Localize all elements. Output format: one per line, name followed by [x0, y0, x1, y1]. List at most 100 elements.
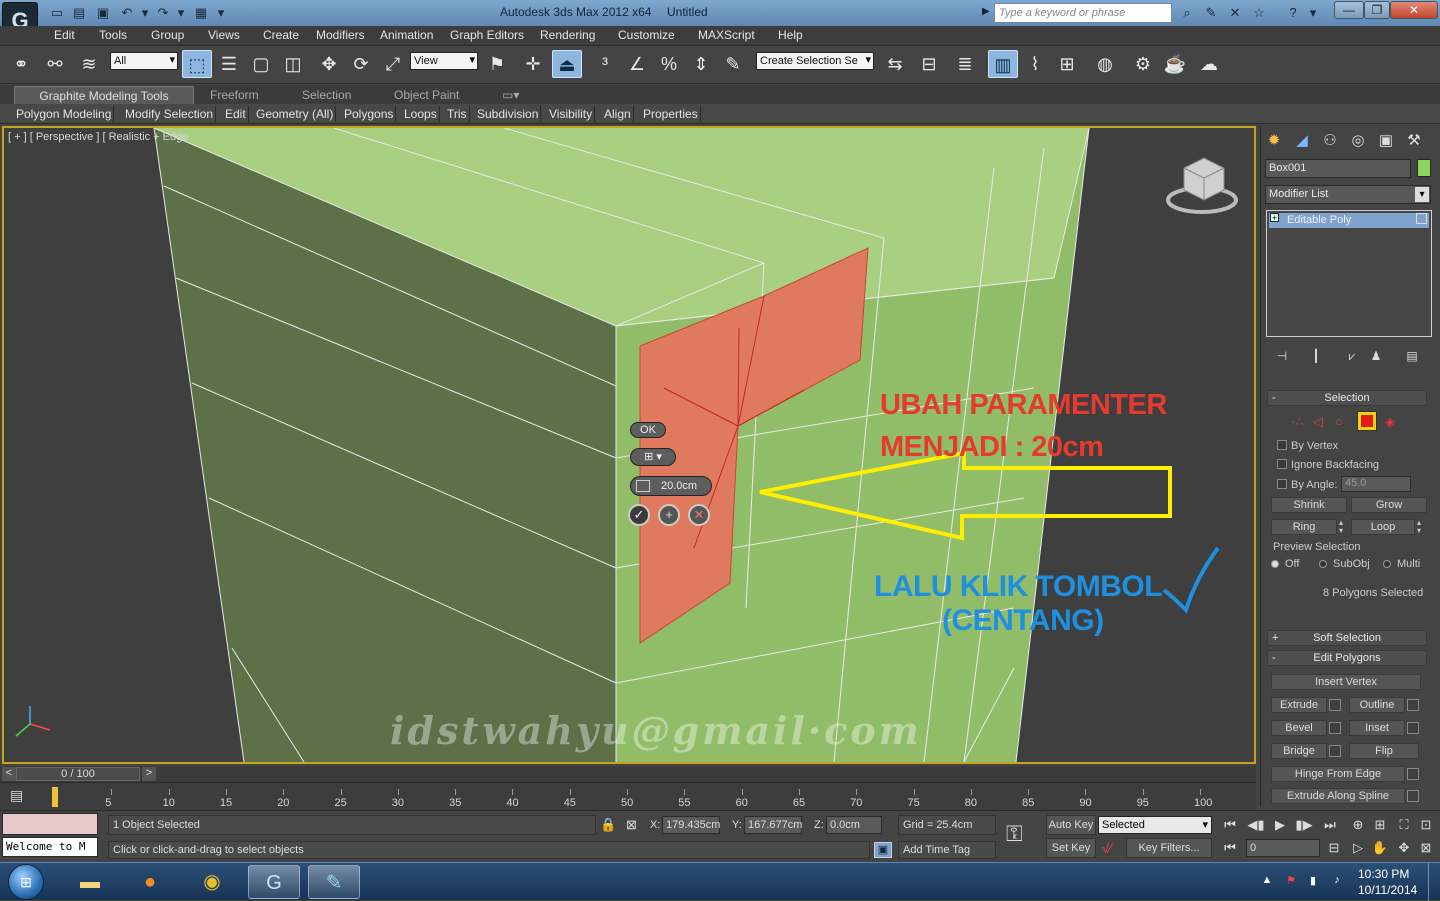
vertex-subobject-icon[interactable]: ·∴	[1291, 414, 1304, 430]
bind-to-space-warp-icon[interactable]: ≋	[74, 50, 104, 78]
isolate-selection-icon[interactable]: ▣	[874, 842, 892, 858]
make-unique-icon[interactable]: ⩗	[1343, 348, 1361, 364]
modifier-list-dropdown[interactable]: Modifier List ▾	[1265, 185, 1431, 204]
layer-manager-icon[interactable]: ≣	[950, 50, 980, 78]
bevel-settings-icon[interactable]	[1329, 722, 1341, 734]
outline-button[interactable]: Outline	[1349, 697, 1405, 713]
selection-lock-icon[interactable]: 🔒	[600, 817, 616, 833]
menu-customize[interactable]: Customize	[618, 27, 675, 44]
key-mode-dropdown[interactable]: Selected ▾	[1098, 816, 1212, 834]
x-coordinate-field[interactable]: 179.435cm	[662, 816, 720, 834]
menu-create[interactable]: Create	[263, 27, 299, 44]
remove-modifier-icon[interactable]: ♟	[1367, 348, 1385, 364]
hinge-from-edge-button[interactable]: Hinge From Edge	[1271, 766, 1405, 782]
object-color-swatch[interactable]	[1417, 159, 1431, 177]
panel-properties[interactable]: Properties	[641, 106, 701, 122]
maximize-viewport-icon[interactable]: ⊠	[1414, 838, 1438, 858]
zoom-extents-icon[interactable]: ⛶	[1392, 815, 1416, 835]
bevel-button[interactable]: Bevel	[1271, 720, 1327, 736]
display-tab-icon[interactable]: ▣	[1375, 130, 1397, 152]
use-pivot-point-icon[interactable]: ⚑	[482, 50, 512, 78]
search-expand-icon[interactable]: ▶	[982, 6, 990, 17]
field-of-view-icon[interactable]: ▷	[1346, 838, 1370, 858]
ring-button[interactable]: Ring	[1271, 519, 1337, 535]
viewport-label[interactable]: [ + ] [ Perspective ] [ Realistic + Edge	[8, 131, 188, 143]
caddy-ok-check-button[interactable]: ✓	[628, 504, 650, 526]
flip-button[interactable]: Flip	[1349, 743, 1419, 759]
time-slider-thumb[interactable]: 0 / 100	[16, 767, 140, 781]
align-icon[interactable]: ⊟	[914, 50, 944, 78]
spinner-snap-icon[interactable]: ⇕	[686, 50, 716, 78]
start-button[interactable]: ⊞	[8, 864, 44, 900]
render-production-icon[interactable]: ☁	[1194, 50, 1224, 78]
zoom-icon[interactable]: ⊕	[1346, 815, 1370, 835]
caddy-inset-type-dropdown[interactable]: ⊞ ▾	[630, 448, 676, 466]
snaps-toggle-icon[interactable]: ³	[590, 50, 620, 78]
panel-polygons[interactable]: Polygons	[342, 106, 397, 122]
reference-coordinate-dropdown[interactable]: View	[410, 52, 478, 70]
show-desktop-button[interactable]	[1428, 863, 1440, 901]
shrink-button[interactable]: Shrink	[1271, 497, 1347, 513]
element-subobject-icon[interactable]: ◈	[1385, 414, 1395, 430]
pan-view-icon[interactable]: ✋	[1368, 838, 1392, 858]
edit-polygons-rollout-header[interactable]: - Edit Polygons	[1267, 650, 1427, 666]
panel-loops[interactable]: Loops	[402, 106, 440, 122]
show-end-result-icon[interactable]: ┃	[1307, 348, 1325, 364]
panel-modify-selection[interactable]: Modify Selection	[123, 106, 217, 122]
menu-help[interactable]: Help	[778, 27, 803, 44]
border-subobject-icon[interactable]: ○	[1335, 414, 1343, 429]
select-by-name-icon[interactable]: ☰	[214, 50, 244, 78]
render-setup-icon[interactable]: ⚙	[1128, 50, 1158, 78]
inset-button[interactable]: Inset	[1349, 720, 1405, 736]
time-slider[interactable]: < 0 / 100 >	[0, 766, 1256, 782]
outline-settings-icon[interactable]	[1407, 699, 1419, 711]
perspective-viewport[interactable]: [ + ] [ Perspective ] [ Realistic + Edge…	[2, 126, 1256, 764]
maxscript-welcome-output[interactable]: Welcome to M	[2, 837, 98, 857]
extrude-spline-settings-icon[interactable]	[1407, 790, 1419, 802]
redo-icon[interactable]: ↷	[154, 4, 172, 22]
minimize-button[interactable]: —	[1334, 1, 1364, 19]
loop-spinner[interactable]: ▴ ▾	[1417, 519, 1427, 535]
insert-vertex-button[interactable]: Insert Vertex	[1271, 674, 1421, 690]
panel-align[interactable]: Align	[602, 106, 634, 122]
time-slider-prev-icon[interactable]: <	[2, 767, 16, 781]
extrude-settings-icon[interactable]	[1329, 699, 1341, 711]
extrude-along-spline-button[interactable]: Extrude Along Spline	[1271, 788, 1405, 804]
hinge-settings-icon[interactable]	[1407, 768, 1419, 780]
ignore-backfacing-checkbox[interactable]	[1277, 459, 1287, 469]
rectangular-selection-icon[interactable]: ▢	[246, 50, 276, 78]
search-input[interactable]: Type a keyword or phrase	[994, 3, 1172, 23]
inset-settings-icon[interactable]	[1407, 722, 1419, 734]
motion-tab-icon[interactable]: ◎	[1347, 130, 1369, 152]
maximize-button[interactable]: ❐	[1364, 1, 1390, 19]
select-object-icon[interactable]: ⬚	[182, 50, 212, 78]
preview-off-radio[interactable]	[1271, 560, 1279, 568]
network-icon[interactable]: ▮	[1306, 874, 1320, 888]
tab-freeform[interactable]: Freeform	[210, 87, 259, 103]
key-mode-toggle-icon[interactable]: ⏮	[1218, 838, 1242, 858]
y-coordinate-field[interactable]: 167.677cm	[744, 816, 802, 834]
close-button[interactable]: ✕	[1390, 1, 1438, 19]
percent-snap-icon[interactable]: %	[654, 50, 684, 78]
menu-rendering[interactable]: Rendering	[540, 27, 595, 44]
graphite-toggle-icon[interactable]: ▥	[988, 50, 1018, 78]
default-tangent-icon[interactable]: √⁄	[1102, 841, 1111, 856]
firefox-icon[interactable]: ●	[124, 865, 176, 899]
menu-animation[interactable]: Animation	[380, 27, 433, 44]
go-to-end-icon[interactable]: ⏭	[1318, 815, 1342, 835]
undo-icon[interactable]: ↶	[118, 4, 136, 22]
select-and-move-icon[interactable]: ✥	[314, 50, 344, 78]
pin-stack-icon[interactable]: ⊣	[1273, 348, 1291, 364]
selection-rollout-header[interactable]: - Selection	[1267, 390, 1427, 406]
keyboard-shortcut-override-icon[interactable]: ⏏	[552, 50, 582, 78]
by-angle-field[interactable]: 45.0	[1341, 476, 1411, 492]
paint-taskbar-icon[interactable]: ✎	[308, 865, 360, 899]
orbit-icon[interactable]: ✥	[1392, 838, 1416, 858]
soft-selection-rollout-header[interactable]: + Soft Selection	[1267, 630, 1427, 646]
edit-named-selection-icon[interactable]: ✎	[718, 50, 748, 78]
object-name-field[interactable]: Box001	[1265, 159, 1411, 178]
bridge-settings-icon[interactable]	[1329, 745, 1341, 757]
named-selection-dropdown[interactable]: Create Selection Se	[756, 52, 874, 70]
zoom-all-icon[interactable]: ⊞	[1368, 815, 1392, 835]
tab-graphite-modeling-tools[interactable]: Graphite Modeling Tools	[14, 86, 194, 105]
